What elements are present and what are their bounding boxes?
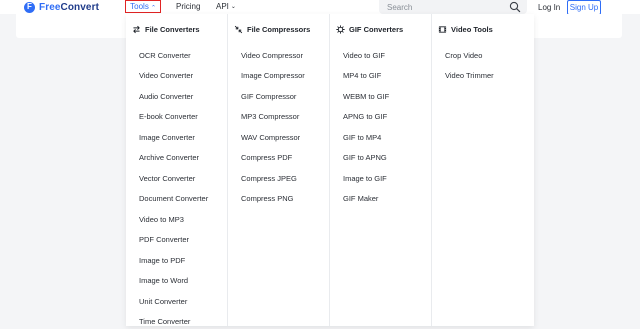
menu-item[interactable]: MP3 Compressor bbox=[241, 107, 329, 128]
brand-name-part1: Free bbox=[39, 1, 61, 13]
tools-menu-button[interactable]: Tools ⌄ bbox=[125, 0, 161, 13]
menu-column-video-tools: Video Tools Crop Video Video Trimmer bbox=[432, 14, 534, 326]
menu-item[interactable]: Image to Word bbox=[139, 271, 227, 292]
brand-name: FreeConvert bbox=[39, 2, 99, 13]
menu-item[interactable]: Video to MP3 bbox=[139, 209, 227, 230]
menu-item[interactable]: Image to PDF bbox=[139, 250, 227, 271]
menu-item[interactable]: GIF to APNG bbox=[343, 148, 431, 169]
menu-item[interactable]: Image to GIF bbox=[343, 168, 431, 189]
menu-item[interactable]: Crop Video bbox=[445, 45, 534, 66]
menu-item[interactable]: WAV Compressor bbox=[241, 127, 329, 148]
menu-column-title: File Compressors bbox=[247, 24, 311, 34]
menu-item[interactable]: Compress JPEG bbox=[241, 168, 329, 189]
menu-item-list: Crop Video Video Trimmer bbox=[432, 44, 534, 86]
pricing-link[interactable]: Pricing bbox=[176, 0, 200, 13]
menu-column-file-compressors: File Compressors Video Compressor Image … bbox=[228, 14, 330, 326]
menu-item[interactable]: Time Converter bbox=[139, 312, 227, 329]
menu-item-list: Video to GIF MP4 to GIF WEBM to GIF APNG… bbox=[330, 44, 431, 209]
menu-item[interactable]: WEBM to GIF bbox=[343, 86, 431, 107]
menu-item[interactable]: Vector Converter bbox=[139, 168, 227, 189]
menu-column-header: File Compressors bbox=[228, 14, 329, 44]
menu-column-title: Video Tools bbox=[451, 24, 493, 34]
menu-item[interactable]: Unit Converter bbox=[139, 291, 227, 312]
menu-item[interactable]: Video to GIF bbox=[343, 45, 431, 66]
menu-item[interactable]: OCR Converter bbox=[139, 45, 227, 66]
menu-item[interactable]: Audio Converter bbox=[139, 86, 227, 107]
menu-column-title: GIF Converters bbox=[349, 24, 404, 34]
menu-item[interactable]: PDF Converter bbox=[139, 230, 227, 251]
menu-item[interactable]: APNG to GIF bbox=[343, 107, 431, 128]
menu-item[interactable]: MP4 to GIF bbox=[343, 66, 431, 87]
brand-name-part2: Convert bbox=[60, 1, 100, 13]
chevron-down-icon: ⌄ bbox=[230, 4, 236, 10]
signup-button[interactable]: Sign Up bbox=[567, 0, 601, 15]
menu-column-title: File Converters bbox=[145, 24, 200, 34]
tools-menu-label: Tools bbox=[130, 2, 149, 11]
menu-item-list: OCR Converter Video Converter Audio Conv… bbox=[126, 44, 227, 329]
search-icon[interactable] bbox=[509, 1, 521, 13]
compress-arrows-icon bbox=[234, 25, 243, 33]
menu-item[interactable]: GIF to MP4 bbox=[343, 127, 431, 148]
gif-gear-icon bbox=[336, 24, 345, 34]
menu-item[interactable]: Video Compressor bbox=[241, 45, 329, 66]
tools-dropdown-menu: File Converters OCR Converter Video Conv… bbox=[126, 14, 534, 326]
menu-item[interactable]: Image Converter bbox=[139, 127, 227, 148]
menu-column-file-converters: File Converters OCR Converter Video Conv… bbox=[126, 14, 228, 326]
menu-column-header: GIF Converters bbox=[330, 14, 431, 44]
menu-item[interactable]: Compress PNG bbox=[241, 189, 329, 210]
search-bar[interactable] bbox=[379, 0, 527, 14]
menu-item[interactable]: Archive Converter bbox=[139, 148, 227, 169]
api-label: API bbox=[216, 2, 229, 11]
chevron-up-icon: ⌄ bbox=[150, 3, 156, 9]
menu-item[interactable]: Document Converter bbox=[139, 189, 227, 210]
film-icon bbox=[438, 25, 447, 33]
logo-icon: F bbox=[24, 1, 35, 13]
menu-item[interactable]: Image Compressor bbox=[241, 66, 329, 87]
menu-column-gif-converters: GIF Converters Video to GIF MP4 to GIF W… bbox=[330, 14, 432, 326]
menu-item[interactable]: GIF Maker bbox=[343, 189, 431, 210]
login-link[interactable]: Log In bbox=[538, 0, 560, 14]
menu-item[interactable]: GIF Compressor bbox=[241, 86, 329, 107]
swap-arrows-icon bbox=[133, 25, 140, 33]
menu-column-header: File Converters bbox=[126, 14, 227, 44]
pricing-label: Pricing bbox=[176, 2, 201, 11]
signup-label: Sign Up bbox=[569, 3, 599, 12]
api-menu-button[interactable]: API ⌄ bbox=[216, 0, 236, 13]
brand-logo[interactable]: F FreeConvert bbox=[24, 0, 99, 14]
login-label: Log In bbox=[538, 2, 561, 12]
menu-item[interactable]: Video Converter bbox=[139, 66, 227, 87]
menu-item[interactable]: E-book Converter bbox=[139, 107, 227, 128]
menu-column-header: Video Tools bbox=[432, 14, 534, 44]
menu-item[interactable]: Video Trimmer bbox=[445, 66, 534, 87]
search-input[interactable] bbox=[387, 2, 497, 12]
menu-item[interactable]: Compress PDF bbox=[241, 148, 329, 169]
menu-item-list: Video Compressor Image Compressor GIF Co… bbox=[228, 44, 329, 209]
